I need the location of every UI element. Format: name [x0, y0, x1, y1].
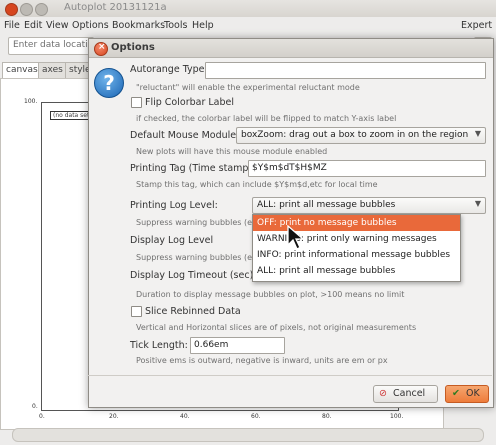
- expert-menu[interactable]: Expert: [461, 20, 492, 31]
- close-window-button[interactable]: [5, 3, 18, 16]
- tick-length-hint: Positive ems is outward, negative is inw…: [136, 356, 388, 365]
- dropdown-option-off[interactable]: OFF: print no message bubbles: [253, 215, 460, 231]
- printing-tag-input[interactable]: $Y$m$dT$H$MZ: [248, 160, 486, 177]
- autorange-type-label: Autorange Type: [130, 64, 205, 75]
- main-title-bar: Autoplot 20131121a: [0, 0, 496, 18]
- slice-rebinned-hint: Vertical and Horizontal slices are of pi…: [136, 323, 417, 332]
- printing-log-level-select[interactable]: ALL: print all message bubbles ▼: [252, 197, 486, 214]
- y-tick-label: 0.: [32, 403, 38, 410]
- dialog-close-button[interactable]: ×: [94, 42, 108, 56]
- data-location-input[interactable]: Enter data location: [8, 37, 99, 55]
- menu-bar: File Edit View Options Bookmarks Tools H…: [0, 17, 496, 34]
- y-tick-label: 100.: [24, 98, 38, 105]
- slice-rebinned-checkbox[interactable]: [131, 306, 142, 317]
- printing-log-level-label: Printing Log Level:: [130, 200, 218, 211]
- dialog-title: Options: [111, 42, 155, 53]
- dropdown-option-info[interactable]: INFO: print informational message bubble…: [253, 247, 460, 263]
- dropdown-option-all[interactable]: ALL: print all message bubbles: [253, 263, 460, 279]
- mouse-module-label: Default Mouse Module:: [130, 130, 240, 141]
- mouse-cursor-icon: [287, 225, 305, 250]
- dropdown-option-warning[interactable]: WARNING: print only warning messages: [253, 231, 460, 247]
- cancel-icon: ⊘: [379, 388, 387, 399]
- log-level-dropdown-list: OFF: print no message bubbles WARNING: p…: [252, 214, 461, 282]
- chevron-down-icon: ▼: [474, 199, 481, 208]
- tab-axes[interactable]: axes: [38, 62, 67, 79]
- x-tick-label: 60.: [251, 413, 261, 420]
- close-icon: ×: [98, 42, 106, 52]
- tab-canvas[interactable]: canvas: [2, 62, 42, 79]
- x-tick-label: 100.: [390, 413, 404, 420]
- menu-bookmarks[interactable]: Bookmarks: [112, 20, 165, 31]
- flip-colorbar-hint: if checked, the colorbar label will be f…: [136, 114, 397, 123]
- mouse-module-hint: New plots will have this mouse module en…: [136, 147, 328, 156]
- question-icon: ?: [94, 68, 124, 98]
- printing-tag-hint: Stamp this tag, which can include $Y$m$d…: [136, 180, 378, 189]
- ok-button[interactable]: ✔ OK: [445, 385, 489, 403]
- flip-colorbar-label: Flip Colorbar Label: [145, 97, 235, 108]
- maximize-window-button[interactable]: [35, 3, 48, 16]
- menu-tools[interactable]: Tools: [164, 20, 187, 31]
- tick-length-input[interactable]: 0.66em: [190, 337, 285, 354]
- menu-view[interactable]: View: [46, 20, 69, 31]
- display-log-timeout-hint: Duration to display message bubbles on p…: [136, 290, 405, 299]
- cancel-button[interactable]: ⊘ Cancel: [373, 385, 438, 403]
- tab-strip: canvas axes style: [2, 62, 102, 79]
- menu-help[interactable]: Help: [192, 20, 214, 31]
- autorange-type-hint: "reluctant" will enable the experimental…: [136, 83, 360, 92]
- x-tick-label: 40.: [180, 413, 190, 420]
- slice-rebinned-label: Slice Rebinned Data: [145, 306, 241, 317]
- tick-length-label: Tick Length:: [130, 340, 188, 351]
- autorange-type-input[interactable]: [205, 62, 486, 79]
- printing-log-level-hint: Suppress warning bubbles (e.g.: [136, 218, 263, 227]
- menu-file[interactable]: File: [4, 20, 20, 31]
- dialog-divider: [88, 375, 492, 376]
- data-location-placeholder: Enter data location: [13, 40, 99, 50]
- dialog-title-bar: × Options: [89, 39, 493, 58]
- flip-colorbar-checkbox[interactable]: [131, 97, 142, 108]
- printing-tag-label: Printing Tag (Time stamp):: [130, 163, 256, 174]
- menu-options[interactable]: Options: [72, 20, 109, 31]
- menu-edit[interactable]: Edit: [24, 20, 42, 31]
- x-tick-label: 80.: [322, 413, 332, 420]
- checkmark-icon: ✔: [452, 388, 460, 399]
- mouse-module-select[interactable]: boxZoom: drag out a box to zoom in on th…: [236, 127, 486, 144]
- display-log-level-label: Display Log Level: [130, 235, 214, 246]
- display-log-level-hint: Suppress warning bubbles (e.: [136, 253, 255, 262]
- x-tick-label: 20.: [109, 413, 119, 420]
- chevron-down-icon: ▼: [474, 129, 481, 138]
- minimize-window-button[interactable]: [20, 3, 33, 16]
- display-log-timeout-label: Display Log Timeout (sec):: [130, 270, 257, 281]
- main-window-title: Autoplot 20131121a: [64, 2, 167, 13]
- x-tick-label: 0.: [39, 413, 45, 420]
- horizontal-scrollbar[interactable]: [12, 428, 484, 442]
